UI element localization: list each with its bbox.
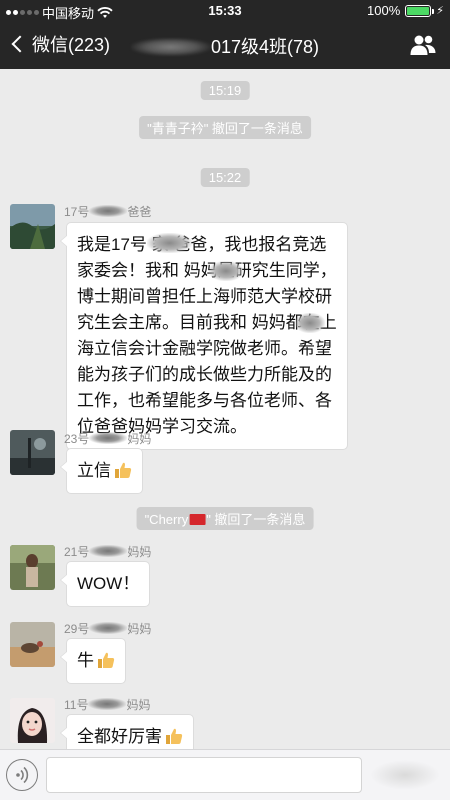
voice-input-button[interactable] <box>6 759 38 791</box>
sender-number: 11号 <box>64 698 89 712</box>
nav-bar: 微信(223) 017级4班(78) <box>0 22 450 69</box>
charging-icon: ⚡ <box>436 5 444 17</box>
redaction-blur <box>89 545 128 557</box>
redaction-blur <box>295 313 325 333</box>
sender-role: 妈妈 <box>127 622 152 636</box>
sender-role: 妈妈 <box>127 545 152 559</box>
message-input[interactable] <box>46 757 362 793</box>
avatar[interactable] <box>10 622 55 667</box>
chat-title-text: 017级4班(78) <box>210 37 320 57</box>
message-bubble[interactable]: 我是17号 家 爸爸，我也报名竞选家委会！我和 妈妈是研究生同学，博士期间曾担任… <box>60 222 348 450</box>
group-members-icon[interactable] <box>410 34 436 56</box>
sender-name: 11号 妈妈 <box>64 696 150 713</box>
timestamp: 15:22 <box>200 168 250 187</box>
sender-name: 17号 爸爸 <box>64 203 151 220</box>
redaction-blur <box>370 760 440 790</box>
message-bubble[interactable]: 立信 <box>60 448 143 494</box>
battery-group: 100% ⚡ <box>367 3 444 18</box>
message-bubble[interactable]: WOW！ <box>59 561 151 607</box>
avatar[interactable] <box>10 204 55 249</box>
battery-icon <box>405 4 435 17</box>
avatar[interactable] <box>10 698 55 743</box>
avatar[interactable] <box>10 430 55 475</box>
message-text: 全都好厉害 <box>77 727 162 746</box>
sender-role: 妈妈 <box>127 432 152 446</box>
thumbs-up-icon <box>115 462 132 478</box>
redaction-blur <box>209 261 243 281</box>
timestamp: 15:19 <box>200 81 250 100</box>
redaction-blur <box>88 698 127 710</box>
sender-name: 29号 妈妈 <box>64 620 151 637</box>
redaction-blur <box>89 622 128 634</box>
flag-emoji-icon <box>189 514 206 525</box>
message-text: 我是17号 家 爸爸，我也报名竞选家委会！我和 妈妈是研究生同学，博士期间曾担任… <box>77 235 337 436</box>
thumbs-up-icon <box>98 652 115 668</box>
sender-name: 23号 妈妈 <box>64 430 151 447</box>
input-bar <box>0 749 450 800</box>
redaction-blur <box>89 432 128 444</box>
sender-number: 21号 <box>64 545 90 559</box>
chat-area[interactable]: 15:19 "青青子衿" 撤回了一条消息 15:22 17号 爸爸 我是17号 家… <box>0 69 450 760</box>
recall-notice: "Cherry " 撤回了一条消息 <box>136 507 314 530</box>
message-text: 立信 <box>77 461 111 480</box>
message-bubble[interactable]: 牛 <box>60 638 126 684</box>
redaction-blur <box>130 38 211 56</box>
message-text: WOW！ <box>77 574 140 593</box>
voice-input-icon <box>16 766 29 784</box>
sender-number: 29号 <box>64 622 90 636</box>
sender-role: 爸爸 <box>127 205 152 219</box>
redaction-blur <box>147 233 192 253</box>
redaction-blur <box>89 205 128 217</box>
thumbs-up-icon <box>166 728 183 744</box>
sender-number: 17号 <box>64 205 90 219</box>
sender-name: 21号 妈妈 <box>64 543 151 560</box>
avatar[interactable] <box>10 545 55 590</box>
battery-percent: 100% <box>367 3 401 18</box>
recall-text: " 撤回了一条消息 <box>206 512 306 527</box>
recall-notice: "青青子衿" 撤回了一条消息 <box>139 116 311 139</box>
sender-number: 23号 <box>64 432 90 446</box>
sender-role: 妈妈 <box>126 698 151 712</box>
status-bar: 中国移动 15:33 100% ⚡ <box>0 0 450 22</box>
battery-level <box>407 6 430 15</box>
message-text: 牛 <box>77 651 94 670</box>
chat-title: 017级4班(78) <box>0 33 450 59</box>
recall-sender: "Cherry <box>144 512 189 527</box>
